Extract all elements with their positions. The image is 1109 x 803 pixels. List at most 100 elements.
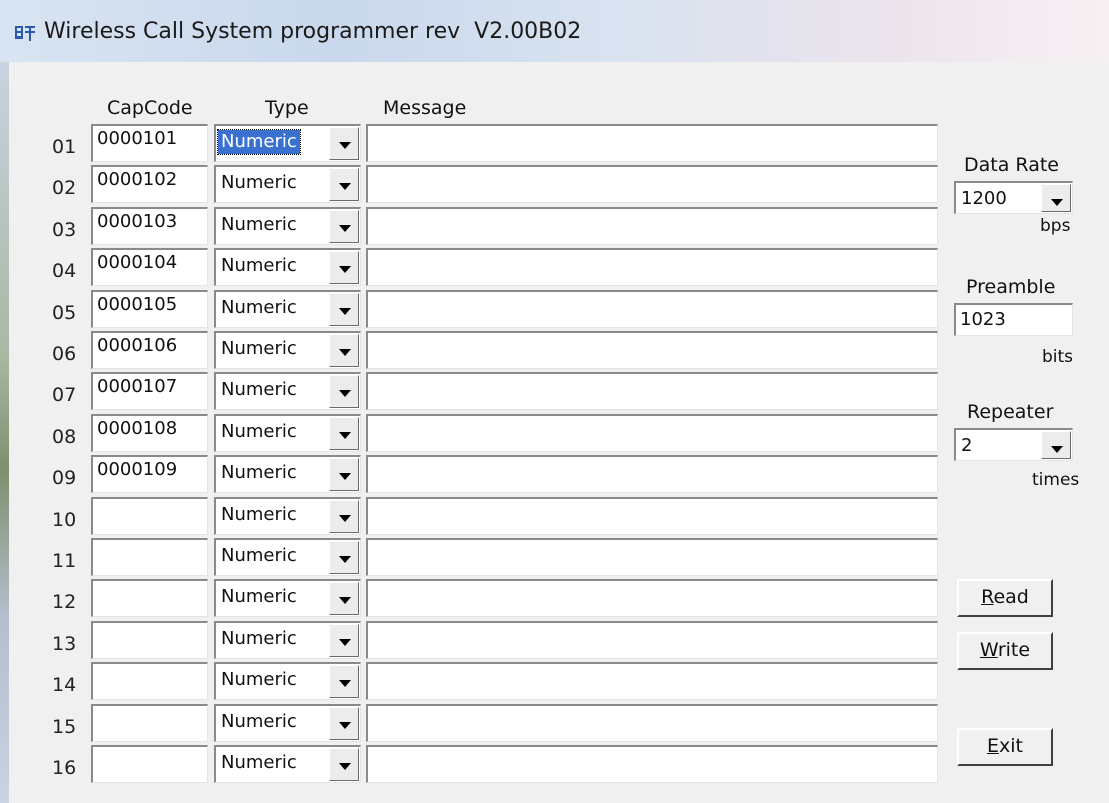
header-message: Message — [383, 97, 467, 119]
chevron-down-icon[interactable] — [329, 168, 359, 201]
message-input[interactable] — [366, 414, 938, 452]
message-input[interactable] — [366, 497, 938, 535]
repeater-unit: times — [1032, 470, 1080, 490]
message-input[interactable] — [366, 372, 938, 410]
row-number: 10 — [52, 509, 77, 531]
type-combo[interactable]: Numeric — [214, 497, 361, 535]
capcode-input[interactable] — [91, 662, 208, 700]
chevron-down-icon[interactable] — [329, 251, 359, 284]
capcode-input[interactable] — [91, 621, 208, 659]
chevron-down-icon[interactable] — [329, 458, 359, 491]
chevron-down-icon[interactable] — [329, 541, 359, 574]
write-button[interactable]: Write — [957, 632, 1053, 670]
message-input[interactable] — [366, 165, 938, 203]
type-value: Numeric — [221, 421, 297, 442]
client-area: CapCode Type Message 01 0000101 Numeric 02 0… — [9, 62, 1109, 803]
type-combo[interactable]: Numeric — [214, 331, 361, 369]
chevron-down-icon[interactable] — [1041, 431, 1071, 459]
exit-button[interactable]: Exit — [957, 728, 1053, 766]
message-input[interactable] — [366, 207, 938, 245]
chevron-down-icon[interactable] — [329, 127, 359, 160]
row-number: 06 — [52, 343, 77, 365]
row-number: 11 — [52, 550, 77, 572]
chevron-down-icon[interactable] — [329, 500, 359, 533]
chevron-down-icon[interactable] — [329, 375, 359, 408]
capcode-input[interactable] — [91, 538, 208, 576]
chevron-down-icon[interactable] — [329, 334, 359, 367]
message-input[interactable] — [366, 248, 938, 286]
message-input[interactable] — [366, 290, 938, 328]
message-input[interactable] — [366, 662, 938, 700]
capcode-input[interactable]: 0000105 — [91, 290, 208, 328]
data-rate-unit: bps — [1040, 216, 1071, 236]
chevron-down-icon[interactable] — [329, 293, 359, 326]
message-input[interactable] — [366, 455, 938, 493]
message-input[interactable] — [366, 124, 938, 162]
row-number: 15 — [52, 716, 77, 738]
type-combo[interactable]: Numeric — [214, 579, 361, 617]
capcode-input[interactable] — [91, 497, 208, 535]
row-number: 03 — [52, 219, 77, 241]
type-combo[interactable]: Numeric — [214, 455, 361, 493]
type-combo[interactable]: Numeric — [214, 745, 361, 783]
type-value: Numeric — [221, 669, 297, 690]
chevron-down-icon[interactable] — [329, 582, 359, 615]
type-value: Numeric — [221, 752, 297, 773]
capcode-input[interactable]: 0000108 — [91, 414, 208, 452]
type-combo[interactable]: Numeric — [214, 372, 361, 410]
chevron-down-icon[interactable] — [1041, 184, 1071, 212]
type-value: Numeric — [221, 586, 297, 607]
capcode-input[interactable]: 0000106 — [91, 331, 208, 369]
row-number: 04 — [52, 260, 77, 282]
capcode-input[interactable]: 0000101 — [91, 124, 208, 162]
type-value: Numeric — [221, 545, 297, 566]
type-combo[interactable]: Numeric — [214, 248, 361, 286]
capcode-input[interactable]: 0000104 — [91, 248, 208, 286]
capcode-input[interactable]: 0000109 — [91, 455, 208, 493]
chevron-down-icon[interactable] — [329, 210, 359, 243]
header-type: Type — [265, 97, 309, 119]
type-combo[interactable]: Numeric — [214, 662, 361, 700]
capcode-input[interactable]: 0000107 — [91, 372, 208, 410]
message-input[interactable] — [366, 745, 938, 783]
row-number: 08 — [52, 426, 77, 448]
repeater-combo[interactable]: 2 — [954, 428, 1073, 461]
row-number: 05 — [52, 302, 77, 324]
type-value: Numeric — [221, 379, 297, 400]
chevron-down-icon[interactable] — [329, 624, 359, 657]
message-input[interactable] — [366, 538, 938, 576]
row-number: 16 — [52, 757, 77, 779]
capcode-input[interactable]: 0000103 — [91, 207, 208, 245]
capcode-input[interactable] — [91, 704, 208, 742]
header-capcode: CapCode — [107, 97, 193, 119]
capcode-input[interactable] — [91, 579, 208, 617]
type-combo[interactable]: Numeric — [214, 165, 361, 203]
type-combo[interactable]: Numeric — [214, 414, 361, 452]
type-combo[interactable]: Numeric — [214, 538, 361, 576]
read-button[interactable]: Read — [957, 579, 1053, 617]
row-number: 12 — [52, 591, 77, 613]
repeater-value: 2 — [961, 435, 973, 456]
chevron-down-icon[interactable] — [329, 707, 359, 740]
message-input[interactable] — [366, 331, 938, 369]
message-input[interactable] — [366, 704, 938, 742]
preamble-input[interactable]: 1023 — [954, 303, 1073, 336]
chevron-down-icon[interactable] — [329, 748, 359, 781]
chevron-down-icon[interactable] — [329, 665, 359, 698]
data-rate-combo[interactable]: 1200 — [954, 181, 1073, 214]
message-input[interactable] — [366, 621, 938, 659]
type-combo[interactable]: Numeric — [214, 290, 361, 328]
message-input[interactable] — [366, 579, 938, 617]
type-combo[interactable]: Numeric — [214, 207, 361, 245]
row-number: 07 — [52, 384, 77, 406]
type-combo[interactable]: Numeric — [214, 621, 361, 659]
type-combo[interactable]: Numeric — [214, 704, 361, 742]
data-rate-label: Data Rate — [964, 154, 1059, 176]
type-combo[interactable]: Numeric — [214, 124, 361, 162]
chevron-down-icon[interactable] — [329, 417, 359, 450]
title-bar: Wireless Call System programmer rev V2.0… — [0, 0, 1109, 62]
capcode-input[interactable]: 0000102 — [91, 165, 208, 203]
repeater-label: Repeater — [967, 401, 1054, 423]
capcode-input[interactable] — [91, 745, 208, 783]
row-number: 02 — [52, 177, 77, 199]
